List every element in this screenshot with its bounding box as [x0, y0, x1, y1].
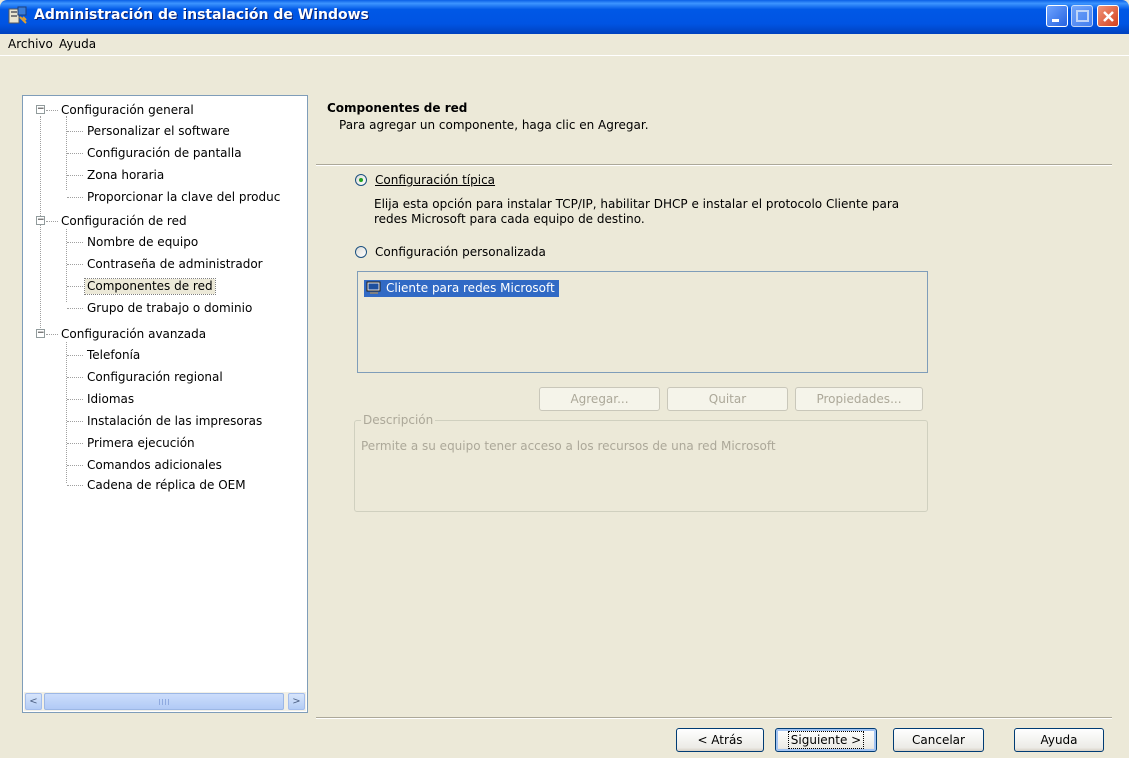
radio-typical-configuration[interactable]: Configuración típica	[355, 173, 495, 187]
tree-connector	[67, 377, 83, 378]
back-button[interactable]: < Atrás	[676, 728, 764, 752]
scroll-right-button[interactable]: >	[288, 693, 305, 710]
menu-ayuda[interactable]: Ayuda	[56, 37, 99, 51]
tree-item-comandos-adicionales[interactable]: Comandos adicionales	[87, 458, 222, 473]
page-subtitle: Para agregar un componente, haga clic en…	[339, 118, 649, 132]
tree-connector	[67, 399, 83, 400]
tree-connector	[67, 153, 83, 154]
maximize-icon	[1076, 10, 1089, 22]
radio-checked-icon	[355, 174, 367, 186]
navigation-tree[interactable]: − Configuración general Personalizar el …	[22, 95, 308, 713]
cancel-button[interactable]: Cancelar	[893, 728, 984, 752]
collapse-toggle[interactable]: −	[36, 216, 45, 225]
tree-item-grupo-trabajo[interactable]: Grupo de trabajo o dominio	[87, 301, 252, 316]
grip-icon	[159, 699, 160, 705]
close-icon	[1103, 11, 1114, 22]
tree-connector	[67, 131, 83, 132]
component-label: Cliente para redes Microsoft	[386, 281, 555, 295]
chevron-right-icon: >	[292, 696, 301, 707]
next-button[interactable]: Siguiente >	[775, 728, 877, 752]
menu-archivo[interactable]: Archivo	[5, 37, 56, 51]
tree-item-instalacion-impresoras[interactable]: Instalación de las impresoras	[87, 414, 262, 429]
help-button[interactable]: Ayuda	[1014, 728, 1104, 752]
grip-icon	[168, 699, 169, 705]
collapse-toggle[interactable]: −	[36, 329, 45, 338]
description-text: Permite a su equipo tener acceso a los r…	[361, 439, 776, 453]
radio-unchecked-icon	[355, 246, 367, 258]
radio-typical-label: Configuración típica	[375, 173, 496, 187]
scroll-thumb[interactable]	[44, 693, 284, 710]
tree-connector	[46, 221, 58, 222]
tree-item-nombre-equipo[interactable]: Nombre de equipo	[87, 235, 198, 250]
description-groupbox: Descripción Permite a su equipo tener ac…	[354, 413, 928, 512]
tree-item-contrasena-administrador[interactable]: Contraseña de administrador	[87, 257, 263, 272]
tree-connector	[66, 229, 67, 302]
add-component-button[interactable]: Agregar...	[539, 387, 660, 411]
grip-icon	[165, 699, 166, 705]
close-button[interactable]	[1097, 5, 1119, 27]
description-legend: Descripción	[361, 413, 436, 427]
list-item[interactable]: Cliente para redes Microsoft	[364, 280, 559, 297]
maximize-button	[1071, 5, 1093, 27]
setup-manager-window: Administración de instalación de Windows…	[0, 0, 1129, 758]
tree-item-componentes-red[interactable]: Componentes de red	[84, 278, 216, 295]
tree-item-personalizar-software[interactable]: Personalizar el software	[87, 124, 230, 139]
tree-connector	[67, 465, 83, 466]
scroll-left-button[interactable]: <	[25, 693, 42, 710]
typical-configuration-description: Elija esta opción para instalar TCP/IP, …	[374, 197, 900, 226]
tree-item-primera-ejecucion[interactable]: Primera ejecución	[87, 436, 195, 451]
tree-connector	[67, 197, 83, 198]
tree-horizontal-scrollbar[interactable]: < >	[24, 692, 306, 711]
tree-connector	[67, 175, 83, 176]
tree-item-configuracion-red[interactable]: Configuración de red	[61, 214, 187, 229]
remove-component-button[interactable]: Quitar	[667, 387, 788, 411]
tree-item-configuracion-general[interactable]: Configuración general	[61, 103, 194, 118]
tree-item-clave-producto[interactable]: Proporcionar la clave del produc	[87, 190, 280, 205]
minimize-button[interactable]	[1046, 5, 1068, 27]
tree-item-telefonia[interactable]: Telefonía	[87, 348, 140, 363]
grip-icon	[162, 699, 163, 705]
header-separator	[316, 164, 1112, 166]
window-title: Administración de instalación de Windows	[34, 7, 369, 23]
tree-connector	[67, 421, 83, 422]
chevron-left-icon: <	[29, 696, 38, 707]
footer-separator	[316, 717, 1112, 719]
tree-item-idiomas[interactable]: Idiomas	[87, 392, 134, 407]
tree-connector	[66, 342, 67, 483]
tree-item-configuracion-pantalla[interactable]: Configuración de pantalla	[87, 146, 242, 161]
tree-connector	[67, 485, 83, 486]
title-bar[interactable]: Administración de instalación de Windows	[0, 0, 1129, 34]
component-properties-button[interactable]: Propiedades...	[795, 387, 923, 411]
tree-connector	[40, 116, 41, 334]
network-client-icon	[366, 281, 381, 294]
tree-connector	[67, 264, 83, 265]
tree-connector	[67, 443, 83, 444]
minimize-icon	[1052, 19, 1059, 22]
tree-item-configuracion-regional[interactable]: Configuración regional	[87, 370, 223, 385]
radio-custom-configuration[interactable]: Configuración personalizada	[355, 245, 546, 259]
tree-item-zona-horaria[interactable]: Zona horaria	[87, 168, 164, 183]
setup-manager-icon	[8, 6, 27, 24]
tree-connector	[46, 334, 58, 335]
tree-connector	[67, 286, 83, 287]
components-list[interactable]: Cliente para redes Microsoft	[357, 271, 928, 373]
radio-custom-label: Configuración personalizada	[375, 245, 546, 259]
tree-connector	[67, 242, 83, 243]
page-title: Componentes de red	[327, 101, 468, 115]
tree-item-configuracion-avanzada[interactable]: Configuración avanzada	[61, 327, 206, 342]
menu-bar: Archivo Ayuda	[0, 34, 1129, 56]
tree-connector	[67, 355, 83, 356]
tree-item-cadena-replica-oem[interactable]: Cadena de réplica de OEM	[87, 478, 246, 493]
tree-connector	[46, 110, 58, 111]
tree-connector	[67, 308, 83, 309]
collapse-toggle[interactable]: −	[36, 105, 45, 114]
